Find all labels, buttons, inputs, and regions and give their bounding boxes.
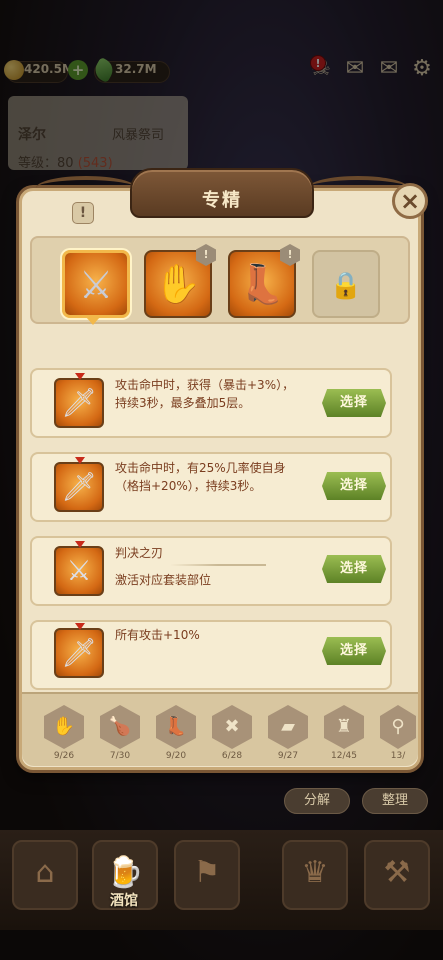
- slot-locked: 🔒: [312, 250, 380, 318]
- sword-icon: ⚔: [78, 263, 114, 307]
- nav-forge-icon[interactable]: ⚒: [364, 840, 430, 910]
- option-dagger-icon: 🗡: [54, 457, 104, 512]
- option-text: 攻击命中时，有25%几率使自身（格挡+20%），持续3秒。: [115, 461, 286, 493]
- nav-hero-icon[interactable]: ♛: [282, 840, 348, 910]
- option-subtext: 激活对应套装部位: [115, 573, 212, 587]
- option-text: 攻击命中时，获得（暴击+3%），持续3秒，最多叠加5层。: [115, 378, 295, 410]
- option-text: 所有攻击+10%: [115, 628, 200, 642]
- selected-slot-pointer: [86, 317, 100, 325]
- select-button[interactable]: 选择: [322, 555, 386, 583]
- upgrade-arrow-icon: [75, 373, 85, 380]
- nav-tavern-label: 酒馆: [110, 893, 138, 909]
- option-title: 判决之刃: [115, 546, 164, 560]
- close-icon[interactable]: ×: [392, 183, 428, 219]
- category-count: 6/28: [221, 751, 243, 761]
- category-count: 9/26: [53, 751, 75, 761]
- select-button[interactable]: 选择: [322, 389, 386, 417]
- nav-battle-icon[interactable]: ⚑: [174, 840, 240, 910]
- option-divider: [170, 564, 266, 566]
- slot-gauntlet[interactable]: ✋ !: [144, 244, 216, 318]
- category-count: 9/20: [165, 751, 187, 761]
- upgrade-arrow-icon: [75, 457, 85, 464]
- option-blade-icon: ⚔: [54, 541, 104, 596]
- decompose-button[interactable]: 分解: [284, 788, 350, 814]
- slot-sword[interactable]: ⚔: [62, 250, 130, 318]
- upgrade-arrow-icon: [75, 623, 85, 630]
- category-count: 7/30: [109, 751, 131, 761]
- nav-house-icon[interactable]: ⌂: [12, 840, 78, 910]
- title-ornament-left: [36, 176, 136, 200]
- select-button[interactable]: 选择: [322, 472, 386, 500]
- modal-title: 专精: [202, 190, 242, 211]
- lock-icon: 🔒: [329, 271, 363, 301]
- option-greatsword-icon: 🗡: [54, 623, 104, 678]
- option-sword-icon: 🗡: [54, 373, 104, 428]
- info-icon[interactable]: !: [72, 202, 94, 224]
- slot-boots[interactable]: 👢 !: [228, 244, 300, 318]
- category-count: 12/45: [331, 751, 357, 761]
- category-count: 9/27: [277, 751, 299, 761]
- organize-button[interactable]: 整理: [362, 788, 428, 814]
- upgrade-arrow-icon: [75, 541, 85, 548]
- category-count: 13/: [390, 751, 406, 761]
- select-button[interactable]: 选择: [322, 637, 386, 665]
